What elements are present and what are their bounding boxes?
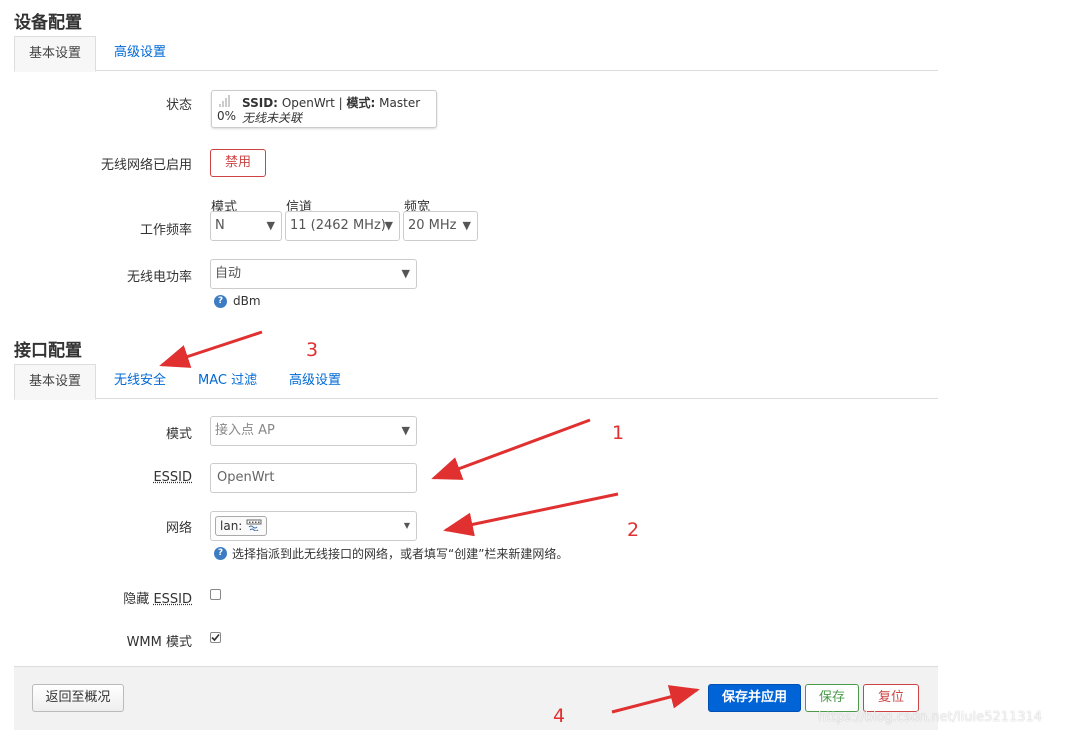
annotation-arrow-1	[431, 418, 591, 480]
annotation-arrow-4	[611, 685, 700, 714]
annotation-number-1: 1	[612, 422, 625, 444]
annotation-arrows	[159, 330, 700, 714]
annotation-number-4: 4	[553, 705, 566, 727]
annotation-arrow-3	[159, 330, 263, 368]
annotation-arrow-2	[443, 492, 619, 537]
annotation-number-2: 2	[627, 519, 640, 541]
annotation-number-3: 3	[306, 339, 319, 361]
